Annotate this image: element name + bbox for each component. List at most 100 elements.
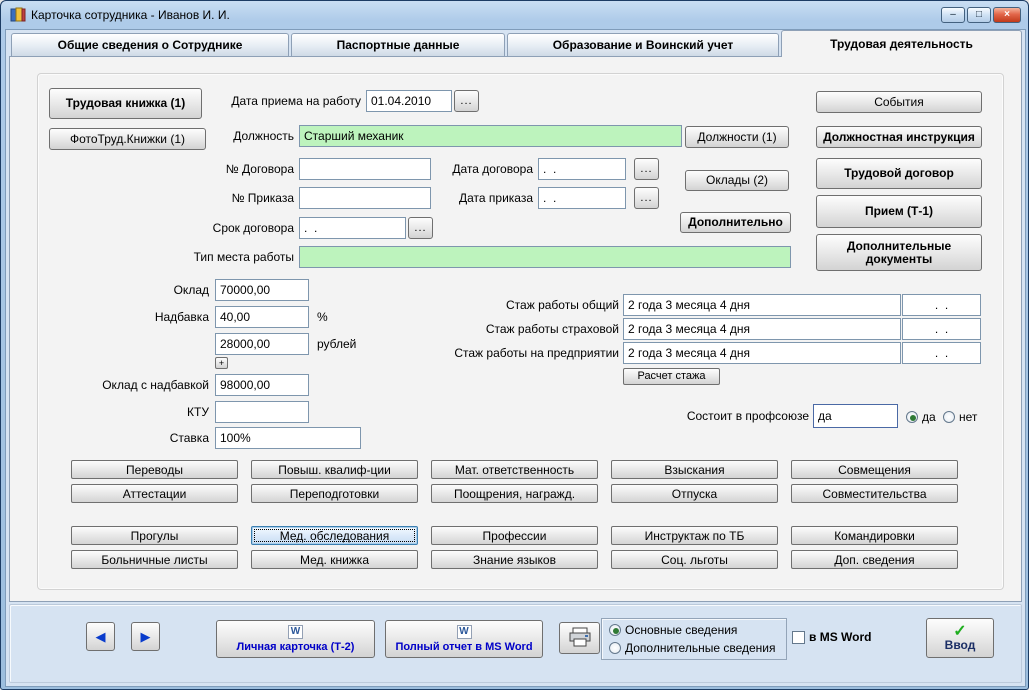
ktu-input[interactable] xyxy=(215,401,309,423)
social-benefits-button[interactable]: Соц. льготы xyxy=(611,550,778,569)
professions-button[interactable]: Профессии xyxy=(431,526,598,545)
awards-button[interactable]: Поощрения, награжд. xyxy=(431,484,598,503)
next-arrow-icon: ▶ xyxy=(141,630,151,643)
msword-checkbox-label[interactable]: в MS Word xyxy=(809,626,889,648)
experience-insured-label: Стаж работы страховой xyxy=(431,318,619,340)
position-input[interactable] xyxy=(299,125,682,147)
experience-insured-input[interactable] xyxy=(623,318,901,340)
contract-date-label: Дата договора xyxy=(441,158,533,180)
business-trips-button[interactable]: Командировки xyxy=(791,526,958,545)
radio-dot-icon xyxy=(906,411,918,423)
sick-leaves-button[interactable]: Больничные листы xyxy=(71,550,238,569)
contract-term-picker-button[interactable]: ... xyxy=(408,217,433,239)
safety-training-button[interactable]: Инструктаж по ТБ xyxy=(611,526,778,545)
order-date-label: Дата приказа xyxy=(441,187,533,209)
experience-calc-button[interactable]: Расчет стажа xyxy=(623,368,720,385)
close-button[interactable]: × xyxy=(993,7,1021,23)
hire-date-input[interactable] xyxy=(366,90,452,112)
check-icon: ✓ xyxy=(953,624,966,639)
work-book-button[interactable]: Трудовая книжка (1) xyxy=(49,88,202,119)
experience-enterprise-label: Стаж работы на предприятии xyxy=(421,342,619,364)
union-input[interactable] xyxy=(813,404,898,428)
full-report-msword-button[interactable]: W Полный отчет в MS Word xyxy=(385,620,543,658)
rate-label: Ставка xyxy=(121,427,209,449)
additional-info-button[interactable]: Доп. сведения xyxy=(791,550,958,569)
personal-card-t2-button[interactable]: W Личная карточка (Т-2) xyxy=(216,620,375,658)
enter-button-label: Ввод xyxy=(945,639,976,652)
radio-dot-icon xyxy=(609,642,621,654)
prev-record-button[interactable]: ◀ xyxy=(86,622,115,651)
qualification-upgrade-button[interactable]: Повыш. квалиф-ции xyxy=(251,460,418,479)
report-additional-radio[interactable]: Дополнительные сведения xyxy=(609,641,775,655)
medical-book-button[interactable]: Мед. книжка xyxy=(251,550,418,569)
additional-button[interactable]: Дополнительно xyxy=(680,212,791,233)
positions-button[interactable]: Должности (1) xyxy=(685,126,789,148)
tab-general-info[interactable]: Общие сведения о Сотруднике xyxy=(11,33,289,56)
events-button[interactable]: События xyxy=(816,91,982,113)
retraining-button[interactable]: Переподготовки xyxy=(251,484,418,503)
contract-date-picker-button[interactable]: ... xyxy=(634,158,659,180)
contract-date-input[interactable] xyxy=(538,158,626,180)
window-title: Карточка сотрудника - Иванов И. И. xyxy=(31,8,230,22)
contract-number-label: № Договора xyxy=(201,158,294,180)
rate-input[interactable] xyxy=(215,427,361,449)
rubles-suffix-label: рублей xyxy=(317,333,369,355)
combined-posts-button[interactable]: Совмещения xyxy=(791,460,958,479)
hire-t1-button[interactable]: Прием (Т-1) xyxy=(816,195,982,228)
salary-total-input[interactable] xyxy=(215,374,309,396)
personal-card-t2-label: Личная карточка (Т-2) xyxy=(237,641,355,654)
union-radio-yes[interactable]: да xyxy=(906,410,936,424)
position-label: Должность xyxy=(201,125,294,147)
workplace-type-input[interactable] xyxy=(299,246,791,268)
salary-label: Оклад xyxy=(121,279,209,301)
contract-term-label: Срок договора xyxy=(201,217,294,239)
medical-exams-button[interactable]: Мед. обследования xyxy=(251,526,418,545)
tab-passport-data[interactable]: Паспортные данные xyxy=(291,33,505,56)
job-instruction-button[interactable]: Должностная инструкция xyxy=(816,126,982,148)
employee-card-window: Карточка сотрудника - Иванов И. И. – □ ×… xyxy=(0,0,1029,690)
experience-enterprise-date-input[interactable] xyxy=(902,342,981,364)
attestations-button[interactable]: Аттестации xyxy=(71,484,238,503)
maximize-button[interactable]: □ xyxy=(967,7,991,23)
experience-enterprise-input[interactable] xyxy=(623,342,901,364)
tab-education-military[interactable]: Образование и Воинский учет xyxy=(507,33,779,56)
labor-contract-button[interactable]: Трудовой договор xyxy=(816,158,982,189)
ktu-label: КТУ xyxy=(121,401,209,423)
experience-total-date-input[interactable] xyxy=(902,294,981,316)
radio-dot-icon xyxy=(943,411,955,423)
hire-date-picker-button[interactable]: ... xyxy=(454,90,479,112)
material-liability-button[interactable]: Мат. ответственность xyxy=(431,460,598,479)
salaries-button[interactable]: Оклады (2) xyxy=(685,170,789,191)
secondary-jobs-button[interactable]: Совместительства xyxy=(791,484,958,503)
vacations-button[interactable]: Отпуска xyxy=(611,484,778,503)
minimize-button[interactable]: – xyxy=(941,7,965,23)
msword-checkbox[interactable] xyxy=(792,631,805,644)
salary-input[interactable] xyxy=(215,279,309,301)
experience-insured-date-input[interactable] xyxy=(902,318,981,340)
contract-term-input[interactable] xyxy=(299,217,406,239)
ms-word-icon: W xyxy=(457,625,472,639)
bonus-percent-input[interactable] xyxy=(215,306,309,328)
report-main-radio[interactable]: Основные сведения xyxy=(609,623,737,637)
full-report-label: Полный отчет в MS Word xyxy=(395,641,532,654)
penalties-button[interactable]: Взыскания xyxy=(611,460,778,479)
photo-work-books-button[interactable]: ФотоТруд.Книжки (1) xyxy=(49,128,206,150)
next-record-button[interactable]: ▶ xyxy=(131,622,160,651)
enter-button[interactable]: ✓ Ввод xyxy=(926,618,994,658)
transfers-button[interactable]: Переводы xyxy=(71,460,238,479)
contract-number-input[interactable] xyxy=(299,158,431,180)
additional-documents-button[interactable]: Дополнительные документы xyxy=(816,234,982,271)
bonus-rubles-input[interactable] xyxy=(215,333,309,355)
prev-arrow-icon: ◀ xyxy=(96,630,106,643)
plus-button[interactable]: + xyxy=(215,357,228,369)
report-main-label: Основные сведения xyxy=(625,623,737,637)
print-button[interactable] xyxy=(559,622,600,654)
absences-button[interactable]: Прогулы xyxy=(71,526,238,545)
languages-button[interactable]: Знание языков xyxy=(431,550,598,569)
order-date-input[interactable] xyxy=(538,187,626,209)
tab-labor-activity[interactable]: Трудовая деятельность xyxy=(781,30,1022,57)
order-number-input[interactable] xyxy=(299,187,431,209)
order-date-picker-button[interactable]: ... xyxy=(634,187,659,209)
experience-total-input[interactable] xyxy=(623,294,901,316)
union-radio-no[interactable]: нет xyxy=(943,410,977,424)
